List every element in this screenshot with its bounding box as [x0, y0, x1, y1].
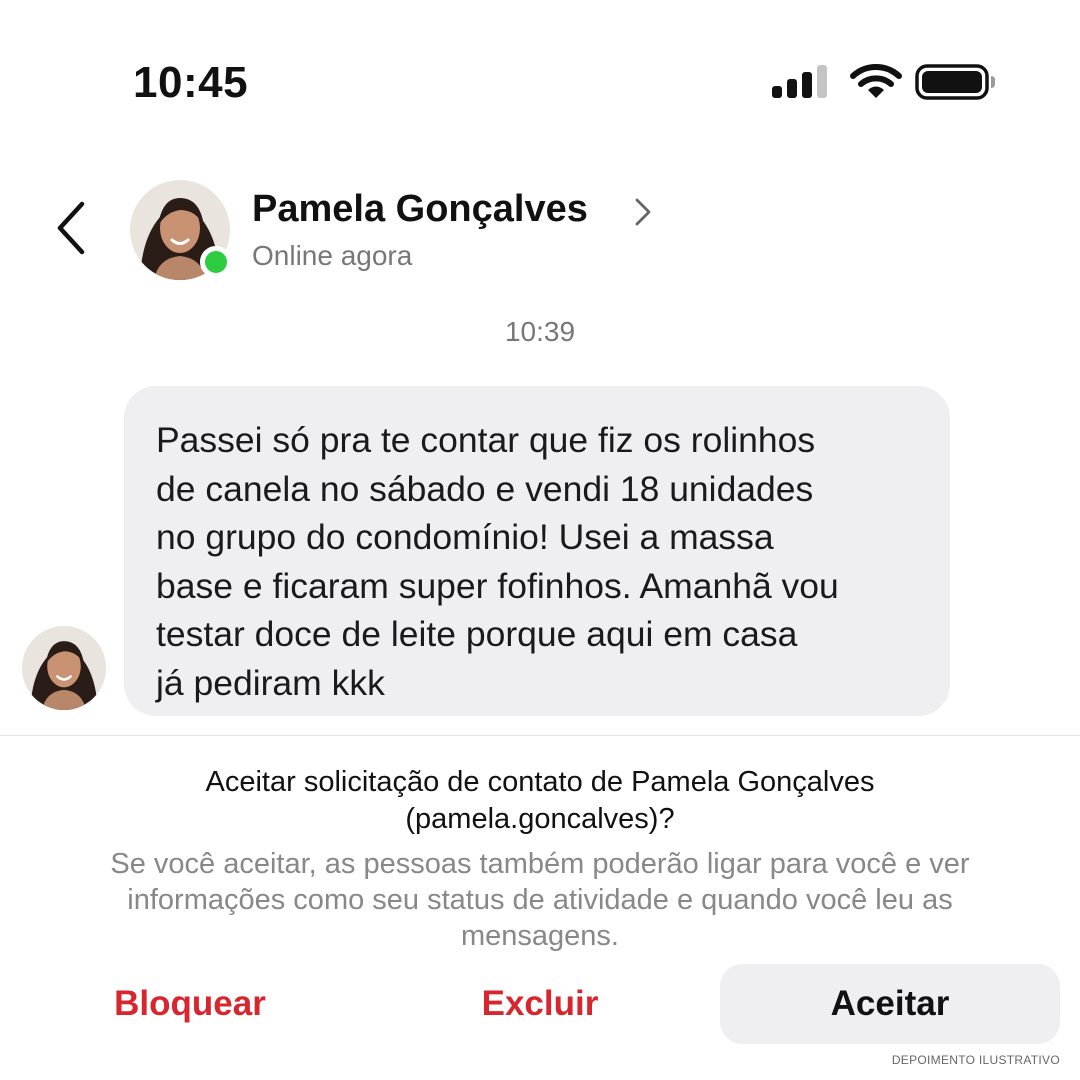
divider — [0, 735, 1080, 736]
disclaimer-label: DEPOIMENTO ILUSTRATIVO — [891, 1053, 1060, 1067]
accept-button[interactable]: Aceitar — [720, 964, 1060, 1044]
request-title: Aceitar solicitação de contato de Pamela… — [205, 766, 875, 835]
online-status-dot — [200, 246, 232, 278]
wifi-icon — [850, 64, 902, 98]
message-bubble[interactable]: Passei só pra te contar que fiz os rolin… — [124, 386, 950, 716]
contact-status: Online agora — [252, 240, 413, 271]
contact-name[interactable]: Pamela Gonçalves — [252, 188, 588, 231]
delete-button[interactable]: Excluir — [440, 964, 640, 1044]
status-time: 10:45 — [133, 58, 249, 107]
chevron-right-icon[interactable] — [632, 196, 654, 228]
sender-avatar-photo — [22, 626, 106, 710]
message-text: Passei só pra te contar que fiz os rolin… — [156, 420, 839, 703]
back-chevron-icon[interactable] — [50, 198, 94, 258]
status-icons — [770, 62, 1000, 102]
message-timestamp: 10:39 — [504, 316, 576, 347]
sender-avatar[interactable] — [22, 626, 106, 710]
cellular-signal-icon — [772, 65, 827, 98]
block-button[interactable]: Bloquear — [90, 964, 290, 1044]
request-description: Se você aceitar, as pessoas também poder… — [110, 848, 970, 952]
battery-icon — [915, 64, 995, 100]
contact-avatar[interactable] — [130, 180, 232, 280]
